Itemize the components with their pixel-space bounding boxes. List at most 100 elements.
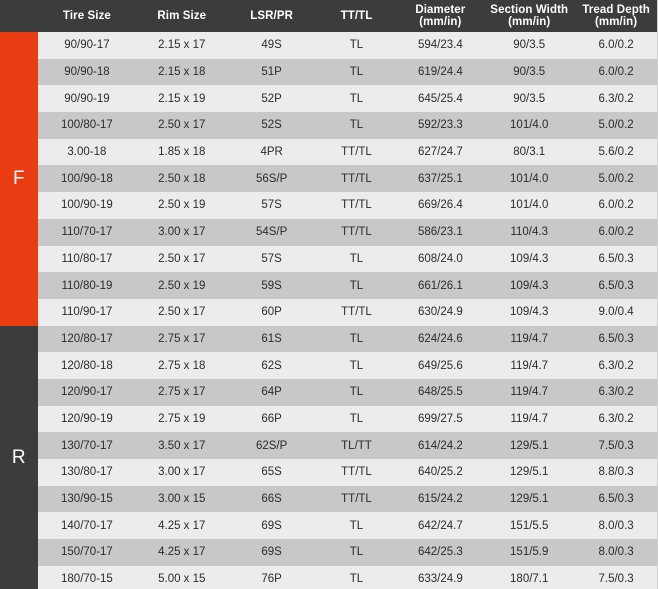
cell-tread-depth: 5.0/0.2 bbox=[598, 119, 634, 132]
cell-tt-tl: TT/TL bbox=[341, 226, 372, 239]
cell-diameter: 699/27.5 bbox=[417, 412, 463, 425]
cell-tire-size: 180/70-15 bbox=[61, 573, 113, 586]
cell-lsr-pr: 52P bbox=[261, 92, 282, 105]
table-row: 120/90-19 2.75 x 19 66P TL 699/27.5 119/4.7 6.… bbox=[38, 405, 657, 433]
cell-tire-size: 100/80-17 bbox=[61, 119, 113, 132]
cell-lsr-pr: 59S bbox=[261, 279, 282, 292]
cell-tread-depth: 6.0/0.2 bbox=[598, 39, 634, 52]
cell-lsr-pr: 66P bbox=[261, 412, 282, 425]
cell-rim-size: 4.25 x 17 bbox=[158, 546, 206, 559]
cell-tt-tl: TL bbox=[349, 92, 364, 105]
cell-rim-size: 2.15 x 18 bbox=[158, 66, 206, 79]
cell-tire-size: 130/90-15 bbox=[61, 493, 113, 506]
axle-group-rear-label: R bbox=[0, 326, 38, 589]
cell-rim-size: 2.50 x 17 bbox=[158, 306, 206, 319]
cell-lsr-pr: 66S bbox=[261, 493, 282, 506]
column-header-tire-size: Tire Size bbox=[38, 0, 136, 32]
cell-diameter: 608/24.0 bbox=[417, 252, 463, 265]
table-row: 180/70-15 5.00 x 15 76P TL 633/24.9 180/7.1 7.… bbox=[38, 565, 657, 589]
cell-lsr-pr: 57S bbox=[261, 252, 282, 265]
cell-diameter: 619/24.4 bbox=[417, 66, 463, 79]
cell-lsr-pr: 4PR bbox=[260, 146, 283, 159]
cell-section-width: 129/5.1 bbox=[510, 466, 549, 479]
cell-tread-depth: 6.3/0.2 bbox=[598, 412, 634, 425]
cell-tire-size: 120/90-19 bbox=[61, 412, 113, 425]
cell-tread-depth: 9.0/0.4 bbox=[598, 306, 634, 319]
column-header-tt-tl: TT/TL bbox=[316, 0, 398, 32]
column-header-tread-depth: Tread Depth (mm/in) bbox=[575, 0, 657, 32]
cell-tire-size: 3.00-18 bbox=[67, 146, 107, 159]
cell-tire-size: 120/80-18 bbox=[61, 359, 113, 372]
cell-tread-depth: 8.0/0.3 bbox=[598, 546, 634, 559]
cell-tread-depth: 6.0/0.2 bbox=[598, 66, 634, 79]
table-header-row: Tire Size Rim Size LSR/PR TT/TL Diameter… bbox=[38, 0, 657, 32]
cell-tt-tl: TT/TL bbox=[341, 306, 372, 319]
column-header-tread-depth-label: Tread Depth bbox=[582, 4, 650, 16]
cell-tt-tl: TL bbox=[349, 573, 364, 586]
column-header-lsr-pr-label: LSR/PR bbox=[250, 10, 294, 22]
cell-diameter: 627/24.7 bbox=[417, 146, 463, 159]
cell-section-width: 109/4.3 bbox=[510, 279, 549, 292]
cell-tire-size: 110/90-17 bbox=[61, 306, 113, 319]
cell-tt-tl: TL bbox=[349, 39, 364, 52]
cell-tt-tl: TL/TT bbox=[341, 439, 372, 452]
cell-tread-depth: 8.0/0.3 bbox=[598, 519, 634, 532]
cell-lsr-pr: 57S bbox=[261, 199, 282, 212]
table-row: 90/90-19 2.15 x 19 52P TL 645/25.4 90/3.5 6.3/… bbox=[38, 85, 657, 113]
cell-rim-size: 3.00 x 17 bbox=[158, 466, 206, 479]
cell-tread-depth: 7.5/0.3 bbox=[598, 439, 634, 452]
cell-tread-depth: 5.6/0.2 bbox=[598, 146, 634, 159]
cell-tire-size: 90/90-18 bbox=[64, 66, 110, 79]
cell-section-width: 119/4.7 bbox=[510, 412, 548, 425]
cell-lsr-pr: 62S/P bbox=[255, 439, 288, 452]
column-header-section-width-label: Section Width bbox=[490, 4, 569, 16]
cell-tire-size: 140/70-17 bbox=[61, 519, 113, 532]
cell-tire-size: 130/70-17 bbox=[61, 439, 113, 452]
cell-lsr-pr: 76P bbox=[261, 573, 282, 586]
cell-tt-tl: TL bbox=[349, 66, 364, 79]
cell-section-width: 90/3.5 bbox=[513, 39, 546, 52]
cell-section-width: 101/4.0 bbox=[510, 172, 549, 185]
cell-section-width: 180/7.1 bbox=[510, 573, 549, 586]
cell-section-width: 101/4.0 bbox=[510, 199, 549, 212]
cell-tire-size: 120/90-17 bbox=[61, 386, 113, 399]
cell-lsr-pr: 69S bbox=[261, 519, 282, 532]
cell-diameter: 669/26.4 bbox=[417, 199, 463, 212]
cell-tread-depth: 6.0/0.2 bbox=[598, 226, 634, 239]
column-header-tread-depth-unit: (mm/in) bbox=[594, 16, 638, 28]
cell-lsr-pr: 51P bbox=[261, 66, 282, 79]
cell-lsr-pr: 61S bbox=[261, 332, 282, 345]
cell-rim-size: 2.15 x 19 bbox=[158, 92, 206, 105]
cell-diameter: 640/25.2 bbox=[417, 466, 463, 479]
cell-tire-size: 90/90-17 bbox=[64, 39, 110, 52]
cell-rim-size: 3.50 x 17 bbox=[158, 439, 206, 452]
cell-section-width: 109/4.3 bbox=[510, 252, 549, 265]
table-row: 3.00-18 1.85 x 18 4PR TT/TL 627/24.7 80/3.1 5.… bbox=[38, 138, 657, 166]
cell-tt-tl: TL bbox=[349, 386, 364, 399]
cell-diameter: 649/25.6 bbox=[417, 359, 463, 372]
cell-rim-size: 4.25 x 17 bbox=[158, 519, 206, 532]
cell-section-width: 101/4.0 bbox=[510, 119, 549, 132]
cell-tt-tl: TL bbox=[349, 359, 364, 372]
cell-lsr-pr: 65S bbox=[261, 466, 282, 479]
cell-lsr-pr: 49S bbox=[261, 39, 282, 52]
cell-diameter: 624/24.6 bbox=[417, 332, 463, 345]
cell-diameter: 637/25.1 bbox=[417, 172, 463, 185]
table-row: 100/90-19 2.50 x 19 57S TT/TL 669/26.4 101/4.… bbox=[38, 192, 657, 219]
cell-tt-tl: TT/TL bbox=[341, 466, 372, 479]
cell-lsr-pr: 60P bbox=[261, 306, 282, 319]
cell-rim-size: 2.75 x 17 bbox=[158, 332, 206, 345]
table-row: 100/80-17 2.50 x 17 52S TL 592/23.3 101/4.0 5.… bbox=[38, 112, 657, 139]
axle-group-rail: F R bbox=[0, 0, 38, 589]
cell-tread-depth: 6.5/0.3 bbox=[598, 332, 634, 345]
cell-tt-tl: TL bbox=[349, 412, 364, 425]
cell-tread-depth: 6.3/0.2 bbox=[598, 359, 634, 372]
cell-tt-tl: TT/TL bbox=[341, 493, 372, 506]
table-row: 90/90-17 2.15 x 17 49S TL 594/23.4 90/3.5 6.0/… bbox=[38, 32, 657, 59]
cell-diameter: 594/23.4 bbox=[417, 39, 463, 52]
cell-tread-depth: 6.0/0.2 bbox=[598, 199, 634, 212]
cell-diameter: 648/25.5 bbox=[417, 386, 463, 399]
cell-section-width: 151/5.5 bbox=[510, 519, 549, 532]
cell-lsr-pr: 54S/P bbox=[255, 226, 288, 239]
table-row: 130/80-17 3.00 x 17 65S TT/TL 640/25.2 129/5.… bbox=[38, 459, 657, 486]
